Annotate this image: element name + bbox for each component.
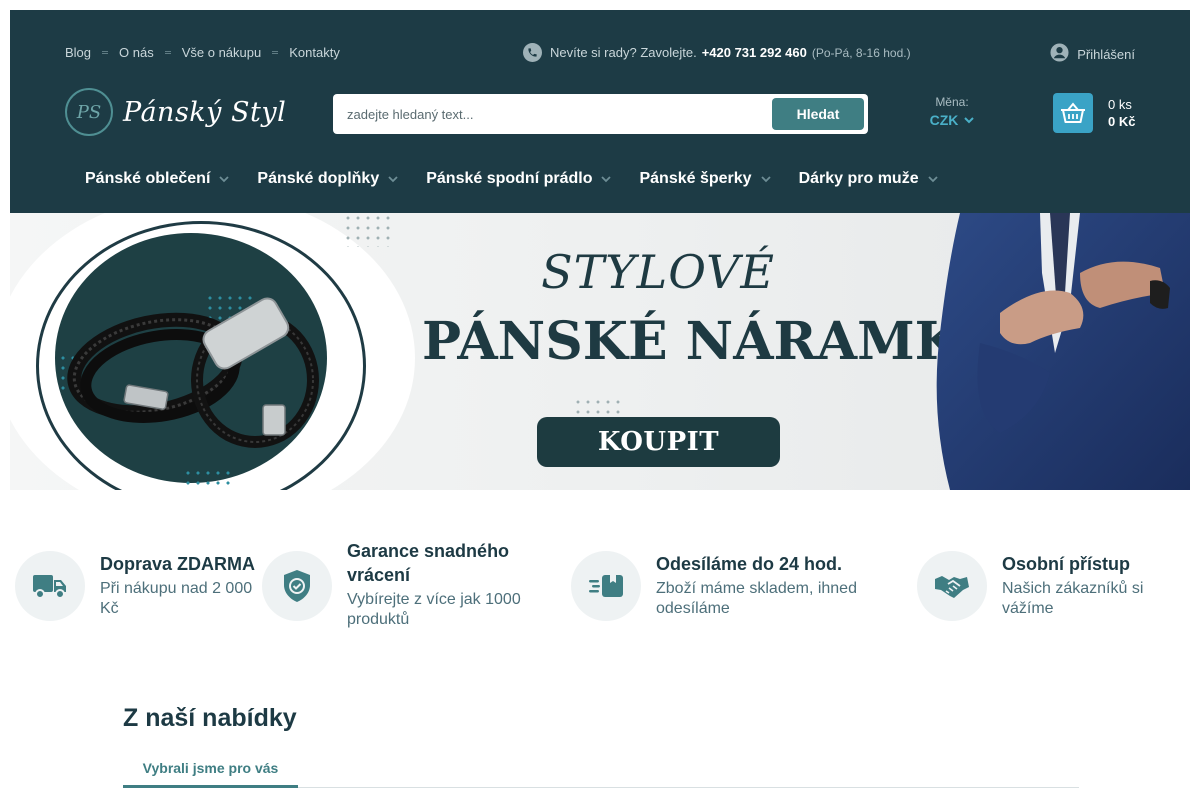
feature-free-shipping: Doprava ZDARMA Při nákupu nad 2 000 Kč <box>15 551 260 621</box>
logo-monogram: PS <box>65 88 113 136</box>
site-header: Blog O nás Vše o nákupu Kontakty Nevíte … <box>10 10 1190 213</box>
search-bar: Hledat <box>333 94 868 134</box>
chevron-down-icon <box>388 170 398 188</box>
dot-pattern <box>343 213 393 247</box>
nav-item-panske-sperky[interactable]: Pánské šperky <box>639 170 771 188</box>
nav-item-label: Dárky pro muže <box>798 170 919 187</box>
offer-section-title: Z naší nabídky <box>123 704 297 732</box>
dot-pattern <box>573 397 623 417</box>
feature-easy-returns: Garance snadného vrácení Vybírejte z víc… <box>262 539 547 630</box>
offer-tabs: Vybrali jsme pro vás <box>123 750 1079 788</box>
tab-vybrali-jsme-pro-vas[interactable]: Vybrali jsme pro vás <box>123 750 298 788</box>
search-input[interactable] <box>333 94 772 134</box>
chevron-down-icon <box>927 170 938 188</box>
feature-fast-dispatch: Odesíláme do 24 hod. Zboží máme skladem,… <box>571 551 876 621</box>
nav-item-panske-spodni-pradlo[interactable]: Pánské spodní prádlo <box>426 170 612 188</box>
fast-box-icon <box>571 551 641 621</box>
banner-buy-button[interactable]: KOUPIT <box>537 417 780 467</box>
phone-hours: (Po-Pá, 8-16 hod.) <box>811 45 911 60</box>
nav-item-label: Pánské spodní prádlo <box>426 170 593 187</box>
nav-item-label: Pánské šperky <box>639 170 752 187</box>
nav-item-label: Pánské doplňky <box>257 170 380 187</box>
feature-title: Garance snadného vrácení <box>347 541 510 585</box>
hero-banner[interactable]: STYLOVÉ PÁNSKÉ NÁRAMKY KOUPIT <box>10 213 1190 490</box>
cart-widget[interactable]: 0 ks 0 Kč <box>1053 93 1135 133</box>
link-blog[interactable]: Blog <box>65 45 91 60</box>
link-vse-o-nakupu[interactable]: Vše o nákupu <box>182 45 262 60</box>
currency-selector[interactable]: Měna: CZK <box>922 95 982 128</box>
top-links: Blog O nás Vše o nákupu Kontakty <box>65 45 340 60</box>
search-button[interactable]: Hledat <box>772 98 864 130</box>
link-kontakty[interactable]: Kontakty <box>289 45 340 60</box>
phone-prompt: Nevíte si rady? Zavolejte. <box>550 45 697 60</box>
site-logo[interactable]: PS Pánský Styl <box>65 88 286 136</box>
feature-desc: Při nákupu nad 2 000 Kč <box>100 580 253 617</box>
man-in-suit-image <box>936 213 1190 490</box>
chevron-down-icon <box>760 170 771 188</box>
cart-total: 0 Kč <box>1108 114 1136 129</box>
shield-check-icon <box>262 551 332 621</box>
link-o-nas[interactable]: O nás <box>119 45 154 60</box>
separator <box>164 51 171 54</box>
handshake-icon <box>917 551 987 621</box>
chevron-down-icon <box>601 170 612 188</box>
feature-personal-approach: Osobní přístup Našich zákazníků si vážím… <box>917 551 1182 621</box>
currency-label: Měna: <box>935 95 969 109</box>
truck-icon <box>15 551 85 621</box>
feature-title: Osobní přístup <box>1002 554 1130 574</box>
chevron-down-icon <box>219 170 230 188</box>
chevron-down-icon <box>964 116 975 124</box>
currency-value: CZK <box>929 112 959 128</box>
bracelet-image <box>67 297 319 448</box>
feature-desc: Zboží máme skladem, ihned odesíláme <box>656 580 857 617</box>
phone-contact: Nevíte si rady? Zavolejte. +420 731 292 … <box>523 43 911 62</box>
separator <box>102 51 109 54</box>
banner-title-line2: PÁNSKÉ NÁRAMKY <box>422 311 996 372</box>
main-nav: Pánské oblečení Pánské doplňky Pánské sp… <box>85 170 966 188</box>
login-link[interactable]: Přihlášení <box>1050 43 1135 65</box>
user-icon <box>1050 43 1069 65</box>
dot-pattern <box>183 468 233 488</box>
nav-item-label: Pánské oblečení <box>85 170 211 187</box>
nav-item-panske-obleceni[interactable]: Pánské oblečení <box>85 170 230 188</box>
feature-desc: Vybírejte z více jak 1000 produktů <box>347 591 521 628</box>
feature-title: Doprava ZDARMA <box>100 554 256 574</box>
phone-number[interactable]: +420 731 292 460 <box>702 45 807 60</box>
feature-desc: Našich zákazníků si vážíme <box>1002 580 1144 617</box>
nav-item-darky-pro-muze[interactable]: Dárky pro muže <box>799 170 938 188</box>
nav-item-panske-doplnky[interactable]: Pánské doplňky <box>257 170 398 188</box>
phone-icon <box>523 43 542 62</box>
logo-name: Pánský Styl <box>123 96 287 128</box>
basket-icon <box>1053 93 1093 133</box>
cart-count: 0 ks <box>1108 97 1132 112</box>
separator <box>272 51 279 54</box>
login-label: Přihlášení <box>1077 46 1135 62</box>
feature-title: Odesíláme do 24 hod. <box>656 554 843 574</box>
